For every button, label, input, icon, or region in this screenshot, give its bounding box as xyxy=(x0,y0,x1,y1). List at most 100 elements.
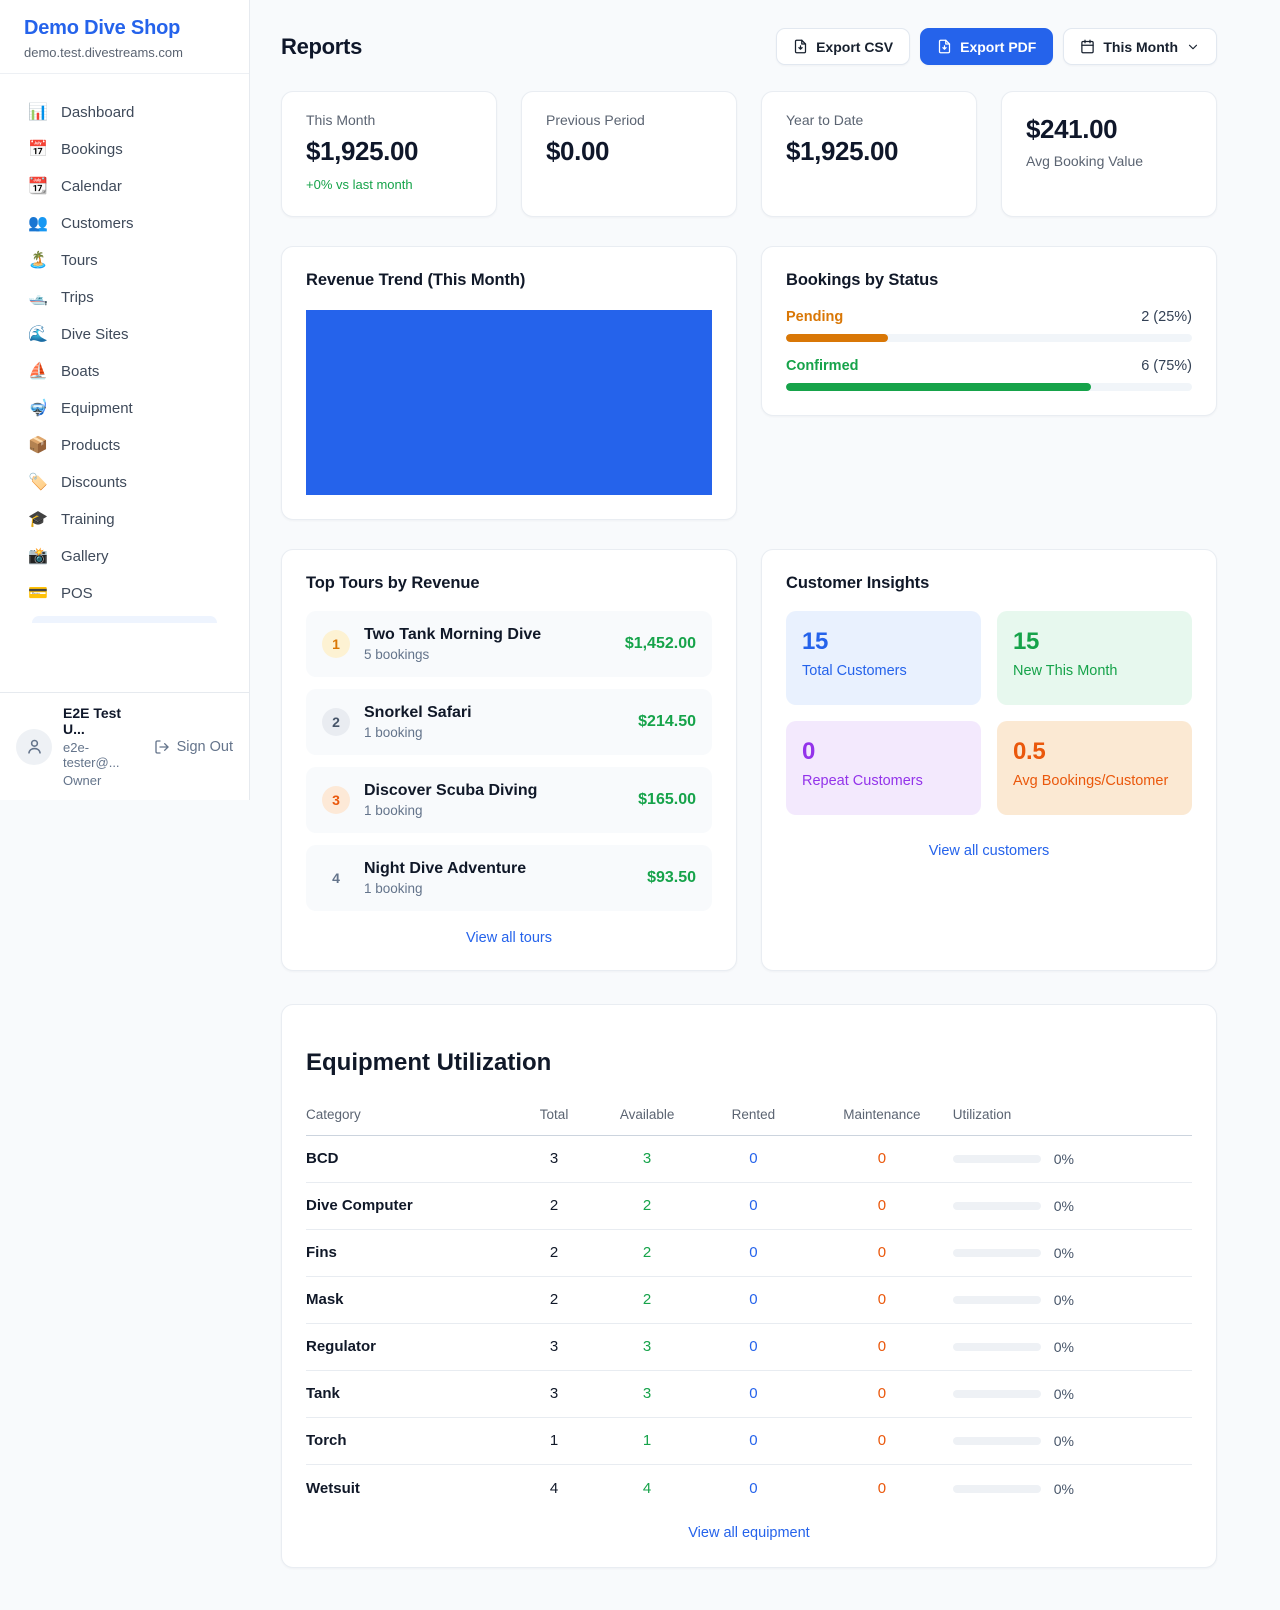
user-info: E2E Test U... e2e-tester@... Owner xyxy=(63,705,143,788)
page-title: Reports xyxy=(281,34,362,60)
rank-badge: 3 xyxy=(322,786,350,814)
stat-label: Year to Date xyxy=(786,112,952,128)
utilization-percent: 0% xyxy=(1054,1339,1074,1355)
rank-badge: 2 xyxy=(322,708,350,736)
user-name: E2E Test U... xyxy=(63,705,143,737)
table-row: BCD 3 3 0 0 0% xyxy=(306,1135,1192,1182)
customer-insights-card: Customer Insights 15 Total Customers 15 … xyxy=(761,549,1217,971)
view-all-tours-link[interactable]: View all tours xyxy=(306,930,712,946)
table-header-row: Category Total Available Rented Maintena… xyxy=(306,1097,1192,1136)
view-all-customers-link[interactable]: View all customers xyxy=(786,843,1192,859)
sidebar-item-reports-active-partial[interactable] xyxy=(32,616,217,623)
tour-name: Two Tank Morning Dive xyxy=(364,626,611,644)
cell-utilization: 0% xyxy=(953,1417,1192,1464)
period-select[interactable]: This Month xyxy=(1063,28,1217,65)
discounts-icon: 🏷️ xyxy=(28,475,48,491)
sidebar-item-calendar[interactable]: 📆Calendar xyxy=(16,168,233,205)
table-row: Regulator 3 3 0 0 0% xyxy=(306,1323,1192,1370)
cell-maintenance: 0 xyxy=(811,1417,953,1464)
cell-category: Tank xyxy=(306,1370,510,1417)
sidebar-item-equipment[interactable]: 🤿Equipment xyxy=(16,390,233,427)
sidebar-item-products[interactable]: 📦Products xyxy=(16,427,233,464)
top-tours-card: Top Tours by Revenue 1 Two Tank Morning … xyxy=(281,549,737,971)
cell-category: Torch xyxy=(306,1417,510,1464)
charts-row: Revenue Trend (This Month) Bookings by S… xyxy=(281,246,1217,520)
tour-bookings: 1 booking xyxy=(364,803,624,818)
cell-rented: 0 xyxy=(696,1417,811,1464)
tour-list: 1 Two Tank Morning Dive5 bookings $1,452… xyxy=(306,611,712,911)
tour-bookings: 5 bookings xyxy=(364,647,611,662)
sidebar-item-label: Boats xyxy=(61,363,99,380)
revenue-trend-chart xyxy=(306,310,712,495)
pos-icon: 💳 xyxy=(28,586,48,602)
sign-out-button[interactable]: Sign Out xyxy=(154,739,233,755)
sidebar-item-dashboard[interactable]: 📊Dashboard xyxy=(16,94,233,131)
sidebar-item-label: POS xyxy=(61,585,93,602)
boats-icon: ⛵ xyxy=(28,364,48,380)
tours-icon: 🏝️ xyxy=(28,253,48,269)
cell-available: 3 xyxy=(598,1323,695,1370)
export-pdf-button[interactable]: Export PDF xyxy=(920,28,1053,65)
sidebar-item-bookings[interactable]: 📅Bookings xyxy=(16,131,233,168)
cell-available: 4 xyxy=(598,1464,695,1511)
export-csv-button[interactable]: Export CSV xyxy=(776,28,910,65)
cell-utilization: 0% xyxy=(953,1370,1192,1417)
utilization-bar xyxy=(953,1202,1041,1210)
sidebar-item-dive-sites[interactable]: 🌊Dive Sites xyxy=(16,316,233,353)
cell-rented: 0 xyxy=(696,1323,811,1370)
training-icon: 🎓 xyxy=(28,512,48,528)
customer-insights-title: Customer Insights xyxy=(786,574,1192,593)
cell-utilization: 0% xyxy=(953,1182,1192,1229)
stat-value: $241.00 xyxy=(1026,114,1192,145)
stat-card-this-month: This Month $1,925.00 +0% vs last month xyxy=(281,91,497,217)
sidebar-item-pos[interactable]: 💳 POS xyxy=(16,575,233,612)
products-icon: 📦 xyxy=(28,438,48,454)
user-role: Owner xyxy=(63,773,143,788)
cell-utilization: 0% xyxy=(953,1135,1192,1182)
shop-domain: demo.test.divestreams.com xyxy=(24,45,225,60)
progress-fill-pending xyxy=(786,334,888,342)
sidebar-item-tours[interactable]: 🏝️ Tours xyxy=(16,242,233,279)
sidebar-item-trips[interactable]: 🛥️Trips xyxy=(16,279,233,316)
tour-amount: $214.50 xyxy=(638,713,696,731)
utilization-bar xyxy=(953,1249,1041,1257)
calendar-icon: 📆 xyxy=(28,179,48,195)
sidebar-item-boats[interactable]: ⛵ Boats xyxy=(16,353,233,390)
stat-card-year-to-date: Year to Date $1,925.00 xyxy=(761,91,977,217)
tour-amount: $93.50 xyxy=(647,869,696,887)
cell-rented: 0 xyxy=(696,1135,811,1182)
tour-bookings: 1 booking xyxy=(364,725,624,740)
utilization-percent: 0% xyxy=(1054,1386,1074,1402)
revenue-trend-title: Revenue Trend (This Month) xyxy=(306,271,712,290)
cell-maintenance: 0 xyxy=(811,1229,953,1276)
insight-value: 15 xyxy=(802,628,965,656)
sidebar-item-label: Tours xyxy=(61,252,98,269)
sidebar-item-training[interactable]: 🎓 Training xyxy=(16,501,233,538)
reports-page: Demo Dive Shop demo.test.divestreams.com… xyxy=(0,0,1280,1610)
utilization-bar xyxy=(953,1343,1041,1351)
stat-card-avg-booking-value: $241.00 Avg Booking Value xyxy=(1001,91,1217,217)
utilization-percent: 0% xyxy=(1054,1433,1074,1449)
sidebar-item-gallery[interactable]: 📸Gallery xyxy=(16,538,233,575)
sidebar-item-label: Training xyxy=(61,511,115,528)
file-down-icon xyxy=(937,39,952,54)
export-pdf-label: Export PDF xyxy=(960,39,1036,55)
sidebar-item-discounts[interactable]: 🏷️Discounts xyxy=(16,464,233,501)
cell-category: Mask xyxy=(306,1276,510,1323)
column-header-rented: Rented xyxy=(696,1097,811,1136)
tour-bookings: 1 booking xyxy=(364,881,633,896)
avatar xyxy=(16,729,52,765)
cell-total: 2 xyxy=(510,1182,599,1229)
cell-available: 2 xyxy=(598,1229,695,1276)
utilization-percent: 0% xyxy=(1054,1481,1074,1497)
cell-total: 2 xyxy=(510,1276,599,1323)
sidebar-item-customers[interactable]: 👥Customers xyxy=(16,205,233,242)
utilization-bar xyxy=(953,1390,1041,1398)
cell-rented: 0 xyxy=(696,1229,811,1276)
sidebar: Demo Dive Shop demo.test.divestreams.com… xyxy=(0,0,250,800)
view-all-equipment-link[interactable]: View all equipment xyxy=(306,1525,1192,1541)
utilization-percent: 0% xyxy=(1054,1198,1074,1214)
equipment-utilization-title: Equipment Utilization xyxy=(306,1049,1192,1077)
insights-row: Top Tours by Revenue 1 Two Tank Morning … xyxy=(281,549,1217,971)
cell-maintenance: 0 xyxy=(811,1276,953,1323)
